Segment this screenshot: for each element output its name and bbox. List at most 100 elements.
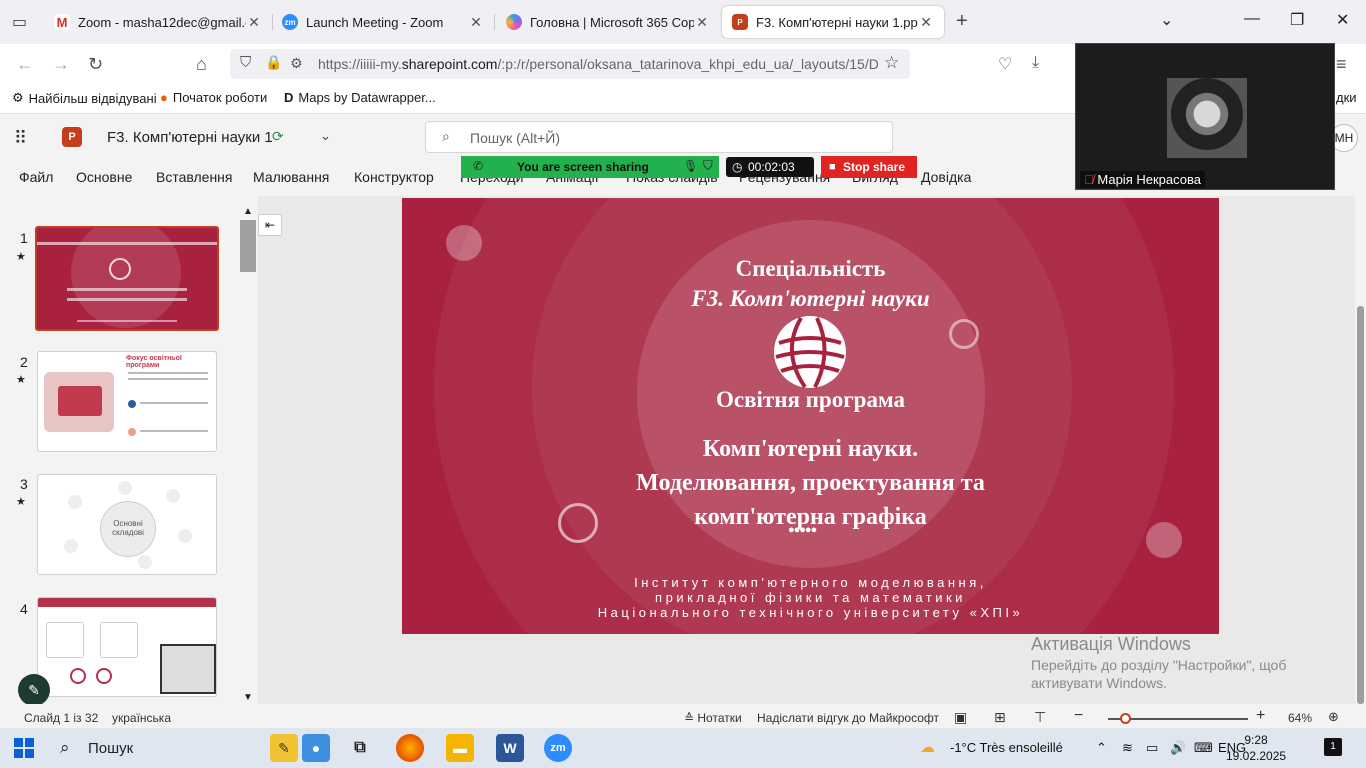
back-icon[interactable]: ← — [16, 54, 34, 75]
browser-tab-copilot[interactable]: Головна | Microsoft 365 Copilot ✕ — [496, 6, 720, 38]
scrollbar-thumb[interactable] — [1357, 306, 1364, 704]
stop-share-button[interactable]: ■ Stop share — [821, 156, 917, 178]
close-tab-icon[interactable]: ✕ — [918, 14, 934, 31]
clock-time: 9:28 — [1244, 733, 1268, 747]
volume-icon[interactable]: 🔊 — [1170, 740, 1186, 756]
search-box[interactable]: ⌕ Пошук (Alt+Й) — [425, 121, 893, 153]
tab-draw[interactable]: Малювання — [253, 169, 329, 185]
windows-start-icon[interactable] — [14, 738, 34, 758]
app-launcher-icon[interactable]: ⠿ — [14, 128, 27, 149]
slide-program-label: Освітня програма — [716, 387, 905, 412]
url-path: /:p:/r/personal/oksana_tatarinova_khpi_e… — [497, 56, 878, 72]
feedback-link[interactable]: Надіслати відгук до Майкрософт — [757, 711, 939, 725]
video-tile[interactable]: 🎙̸ Марія Некрасова — [1075, 43, 1335, 190]
weather-icon[interactable]: ☁ — [920, 738, 935, 756]
tab-list-icon[interactable]: ▭ — [12, 12, 27, 32]
share-status-panel[interactable]: ✆ You are screen sharing 🎙 ⛉ — [461, 156, 719, 178]
powerpoint-logo-icon[interactable]: P — [62, 127, 82, 147]
battery-icon[interactable]: ▭ — [1146, 740, 1158, 756]
taskbar-search[interactable]: ⌕ Пошук — [50, 736, 250, 762]
presenter-view-icon[interactable]: ⊤ — [1034, 709, 1046, 726]
close-tab-icon[interactable]: ✕ — [246, 14, 262, 31]
slide-institute: Інститут комп'ютерного моделювання, прик… — [402, 575, 1219, 620]
clock[interactable]: 9:28 19.02.2025 — [1226, 732, 1286, 764]
chevron-up-icon[interactable]: ⌃ — [1096, 740, 1107, 756]
weather-text[interactable]: -1°C Très ensoleillé — [950, 740, 1063, 755]
close-window-icon[interactable]: ✕ — [1336, 10, 1349, 30]
lock-icon[interactable]: 🔒 — [265, 54, 282, 71]
watermark-line: активувати Windows. — [1031, 675, 1167, 691]
task-view-icon[interactable]: ⧉ — [346, 734, 374, 762]
tab-file[interactable]: Файл — [19, 169, 53, 185]
slide-sorter-icon[interactable]: ⊞ — [994, 709, 1006, 726]
keyboard-icon[interactable]: ⌨ — [1194, 740, 1213, 756]
address-bar[interactable]: ⛉ 🔒 ⚙ https://iiiii-my.sharepoint.com/:p… — [230, 49, 910, 79]
pocket-icon[interactable]: ♡ — [998, 54, 1012, 74]
url-text[interactable]: https://iiiii-my.sharepoint.com/:p:/r/pe… — [318, 56, 878, 72]
fit-slide-icon[interactable]: ⊕ — [1328, 709, 1339, 725]
canvas-scrollbar[interactable] — [1355, 196, 1366, 704]
sync-status-icon[interactable]: ⟳ — [272, 128, 284, 145]
reload-icon[interactable]: ↻ — [88, 54, 103, 75]
datawrapper-icon: D — [284, 90, 294, 105]
scroll-up-icon[interactable]: ▲ — [243, 206, 253, 217]
menu-icon[interactable]: ≡ — [1336, 54, 1347, 75]
tab-design[interactable]: Конструктор — [354, 169, 434, 185]
forward-icon[interactable]: → — [52, 54, 70, 75]
notes-button[interactable]: ≙ Нотатки — [684, 711, 742, 725]
close-tab-icon[interactable]: ✕ — [694, 14, 710, 31]
thumbnail-scrollbar[interactable]: ▲ ▼ — [240, 206, 256, 703]
wifi-icon[interactable]: ≋ — [1122, 740, 1133, 756]
tab-home[interactable]: Основне — [76, 169, 132, 185]
main-slide[interactable]: Спеціальність F3. Комп'ютерні науки Осві… — [402, 198, 1219, 634]
scroll-down-icon[interactable]: ▼ — [243, 692, 253, 703]
bookmark-overflow[interactable]: дки — [1336, 90, 1357, 105]
tab-help[interactable]: Довідка — [921, 169, 971, 185]
mic-muted-icon[interactable]: 🎙 — [683, 159, 698, 173]
tab-insert[interactable]: Вставлення — [156, 169, 233, 185]
thumb-heading: Основні складові — [112, 519, 144, 537]
browser-tab-gmail[interactable]: M Zoom - masha12dec@gmail.com ✕ — [44, 6, 272, 38]
dots-decor: ●●●●● — [788, 524, 817, 536]
new-tab-icon[interactable]: + — [956, 10, 968, 33]
download-icon[interactable]: ⤓ — [1032, 54, 1039, 72]
widget-drop-icon[interactable]: ● — [302, 734, 330, 762]
word-icon[interactable]: W — [496, 734, 524, 762]
permissions-icon[interactable]: ⚙ — [290, 55, 303, 72]
browser-tab-zoom[interactable]: zm Launch Meeting - Zoom ✕ — [272, 6, 494, 38]
slide-thumbnail-1[interactable] — [35, 226, 219, 331]
document-title[interactable]: F3. Комп'ютерні науки 1 — [107, 129, 273, 146]
shield-icon[interactable]: ⛉ — [240, 54, 251, 71]
restore-icon[interactable]: ❐ — [1290, 10, 1304, 30]
language-indicator[interactable]: українська — [112, 711, 171, 725]
windows-taskbar: ⌕ Пошук ✎ ● ⧉ ▬ W zm ☁ -1°C Très ensolei… — [0, 728, 1366, 768]
bookmark-star-icon[interactable]: ☆ — [884, 53, 899, 73]
bookmark-getting-started[interactable]: ● Початок роботи — [160, 90, 267, 105]
slide-thumbnail-4[interactable] — [37, 597, 217, 697]
zoom-in-icon[interactable]: + — [1256, 707, 1265, 725]
chevron-down-icon[interactable]: ⌄ — [1160, 10, 1173, 30]
bookmark-most-visited[interactable]: ⚙ Найбільш відвідувані — [12, 90, 157, 106]
minimize-icon[interactable]: — — [1244, 10, 1260, 28]
zoom-slider-knob[interactable] — [1120, 713, 1131, 724]
slide-thumbnail-2[interactable]: Фокус освітньої програми — [37, 351, 217, 452]
close-tab-icon[interactable]: ✕ — [468, 14, 484, 31]
institute-line: Національного технічного університету «Х… — [597, 605, 1024, 620]
normal-view-icon[interactable]: ▣ — [954, 709, 967, 726]
browser-tab-powerpoint[interactable]: P F3. Комп'ютерні науки 1.pptx ✕ — [722, 6, 944, 38]
windows-activation-watermark: Активація Windows Перейдіть до розділу "… — [1031, 634, 1286, 691]
zoom-level[interactable]: 64% — [1288, 711, 1312, 725]
notification-icon[interactable]: 1 — [1324, 738, 1342, 756]
widget-news-icon[interactable]: ✎ — [270, 734, 298, 762]
slide-thumbnail-3[interactable]: Основні складові — [37, 474, 217, 575]
firefox-icon[interactable] — [396, 734, 424, 762]
zoom-out-icon[interactable]: − — [1074, 707, 1083, 725]
file-explorer-icon[interactable]: ▬ — [446, 734, 474, 762]
chevron-down-icon[interactable]: ⌄ — [320, 128, 331, 144]
pen-icon[interactable]: ✎ — [18, 674, 50, 706]
collapse-panel-icon[interactable]: ⇤ — [258, 214, 282, 236]
zoom-icon[interactable]: zm — [544, 734, 572, 762]
bookmark-datawrapper[interactable]: D Maps by Datawrapper... — [284, 90, 436, 105]
home-icon[interactable]: ⌂ — [196, 54, 207, 75]
scrollbar-thumb[interactable] — [240, 220, 256, 272]
